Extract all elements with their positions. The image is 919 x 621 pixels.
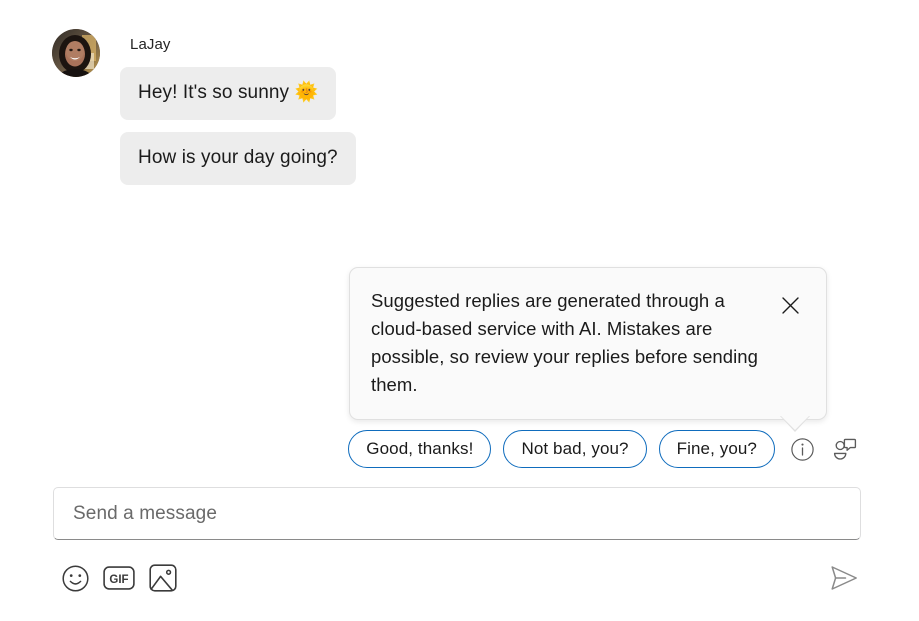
sender-name: LaJay [130,36,171,53]
gif-icon-glyph: GIF [103,566,135,590]
callout-tail [780,415,810,430]
info-icon-glyph [790,437,814,461]
info-icon[interactable] [787,434,817,464]
message-input[interactable] [71,501,843,526]
suggested-replies-row: Good, thanks! Not bad, you? Fine, you? [0,430,919,468]
emoji-icon-glyph [61,564,89,592]
composer-toolbar: GIF [53,555,866,601]
message-bubble[interactable]: How is your day going? [120,132,356,185]
image-icon-glyph [149,564,177,592]
gif-icon[interactable]: GIF [97,556,141,600]
image-icon[interactable] [141,556,185,600]
send-icon-glyph [831,566,857,590]
suggested-replies-icon[interactable] [829,434,859,464]
callout-text: Suggested replies are generated through … [371,290,758,395]
message-bubble[interactable]: Hey! It's so sunny 🌞 [120,67,337,120]
close-icon[interactable] [776,291,804,319]
message-composer[interactable] [53,487,861,540]
suggested-reply-chip[interactable]: Not bad, you? [503,430,647,468]
close-icon-glyph [781,296,799,314]
suggested-reply-chip[interactable]: Fine, you? [658,430,775,468]
message-list: LaJay Hey! It's so sunny 🌞 How is your d… [120,22,356,197]
send-icon[interactable] [822,556,866,600]
avatar[interactable] [52,29,100,77]
svg-text:GIF: GIF [109,574,128,586]
suggested-reply-chip[interactable]: Good, thanks! [348,430,492,468]
emoji-icon[interactable] [53,556,97,600]
message-group: LaJay Hey! It's so sunny 🌞 How is your d… [0,22,919,197]
user-avatar-photo [52,29,100,77]
suggested-replies-info-callout: Suggested replies are generated through … [349,267,827,420]
suggested-replies-icon-glyph [833,438,856,460]
